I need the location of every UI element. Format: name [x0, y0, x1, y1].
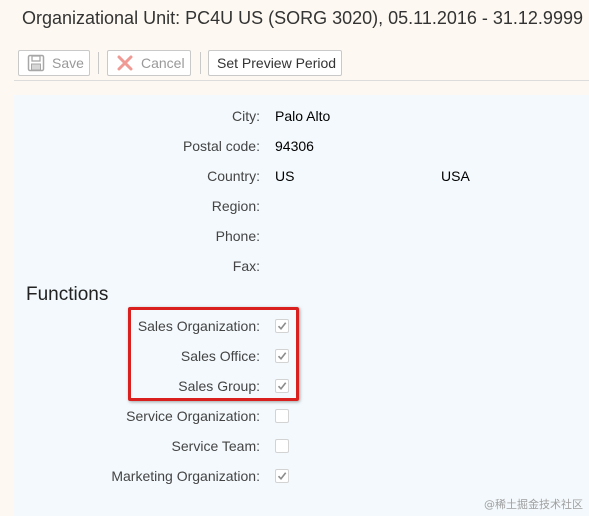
- country-name-value: USA: [441, 168, 470, 184]
- function-label: Service Organization:: [126, 408, 260, 424]
- cancel-label: Cancel: [141, 55, 185, 71]
- watermark: @稀土掘金技术社区: [484, 498, 583, 511]
- country-label: Country:: [207, 168, 260, 184]
- phone-label: Phone:: [215, 228, 260, 244]
- toolbar-separator: [98, 52, 99, 74]
- function-label: Service Team:: [171, 438, 260, 454]
- page-title: Organizational Unit: PC4U US (SORG 3020)…: [22, 8, 583, 28]
- fax-label: Fax:: [232, 258, 260, 274]
- country-code-value: US: [275, 168, 295, 184]
- cancel-button[interactable]: Cancel: [107, 50, 191, 76]
- toolbar-separator: [200, 52, 201, 74]
- checkmark-icon: [277, 472, 287, 481]
- save-icon: [27, 54, 45, 72]
- city-label: City:: [232, 108, 260, 124]
- region-label: Region:: [211, 198, 260, 214]
- functions-heading: Functions: [26, 284, 109, 305]
- service-organization-checkbox[interactable]: [275, 409, 289, 423]
- city-value: Palo Alto: [275, 108, 331, 124]
- function-label: Marketing Organization:: [111, 468, 260, 484]
- postal-code-label: Postal code:: [182, 138, 260, 154]
- set-preview-period-button[interactable]: Set Preview Period: [208, 50, 342, 76]
- highlight-box: [128, 307, 299, 401]
- postal-code-value: 94306: [275, 138, 314, 154]
- close-icon: [116, 54, 134, 72]
- toolbar: Save Cancel Set Preview Period: [14, 42, 589, 81]
- service-team-checkbox[interactable]: [275, 439, 289, 453]
- save-button[interactable]: Save: [18, 50, 90, 76]
- save-label: Save: [52, 55, 84, 71]
- marketing-organization-checkbox[interactable]: [275, 469, 289, 483]
